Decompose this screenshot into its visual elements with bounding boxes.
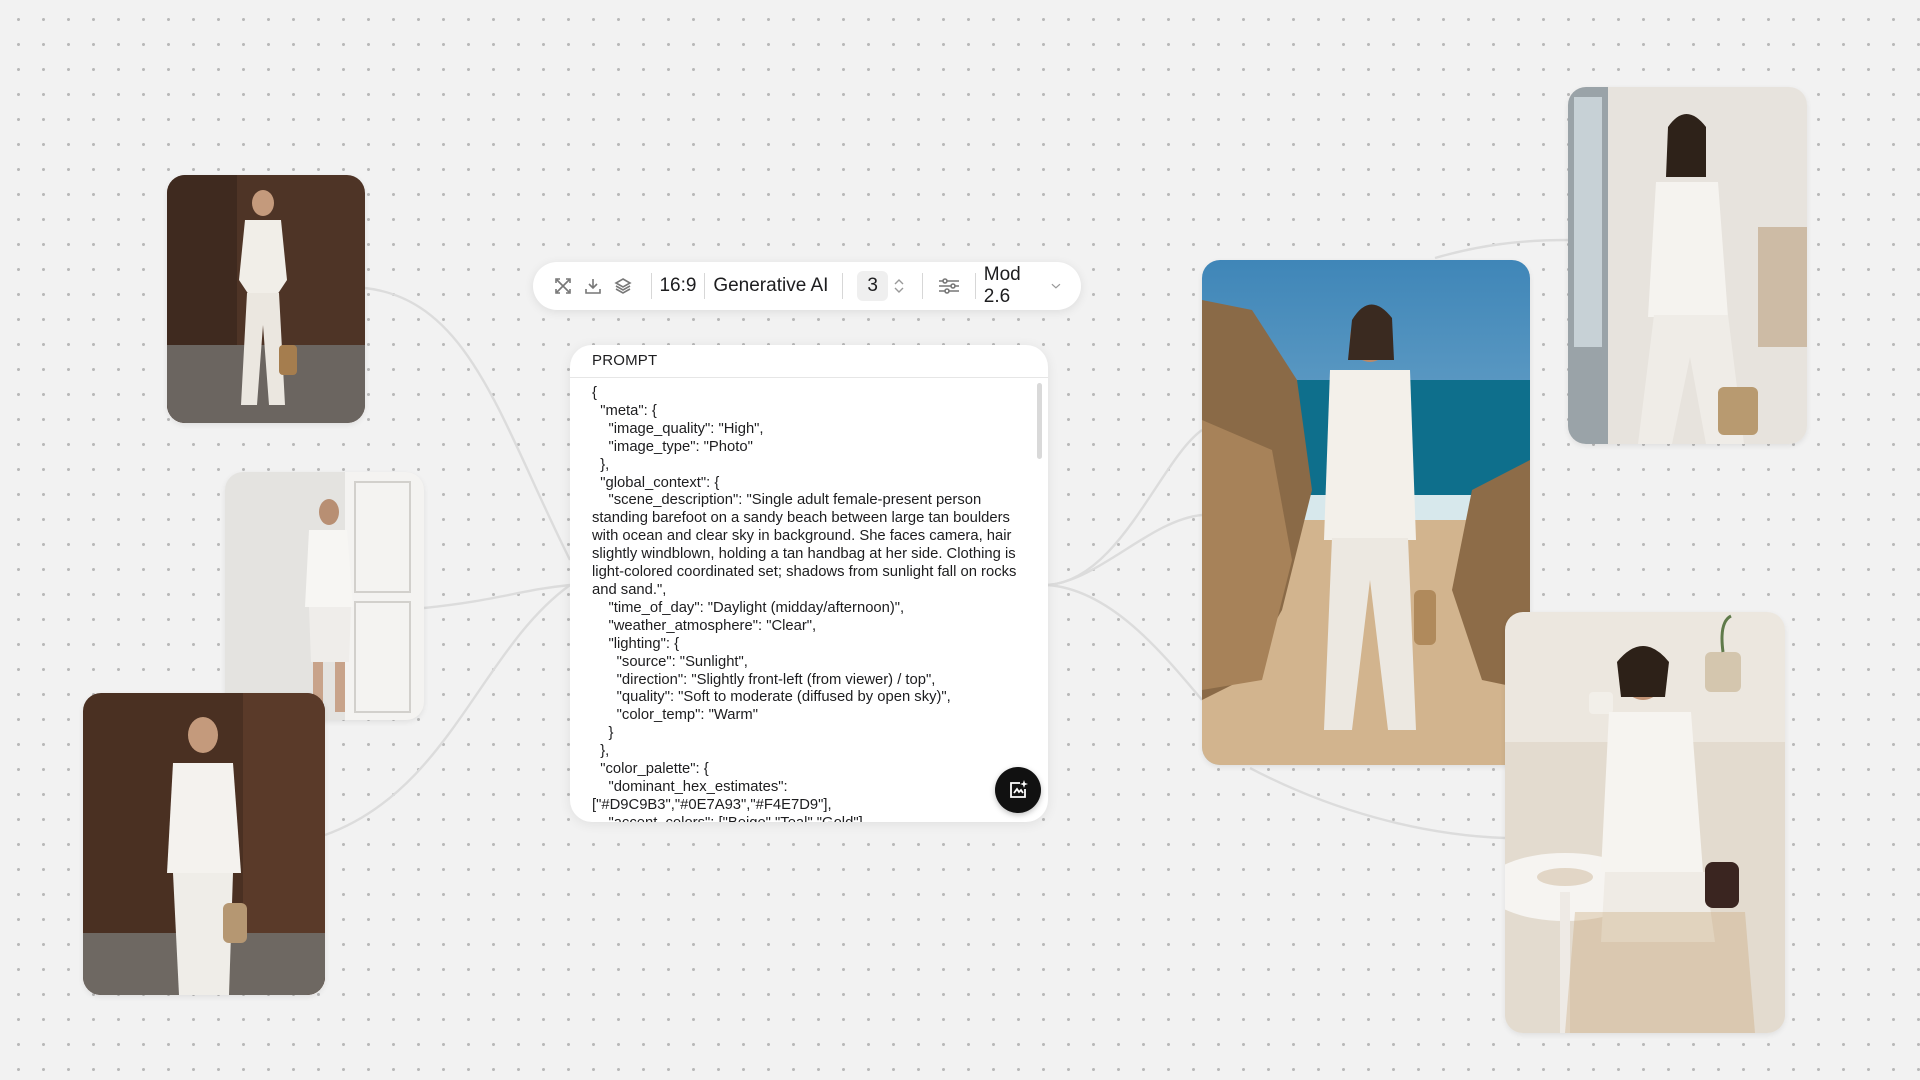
model-label: Mod 2.6 — [983, 264, 1021, 307]
scrollbar[interactable] — [1037, 383, 1042, 459]
photo-image — [1202, 260, 1530, 765]
chevron-down-icon[interactable] — [894, 286, 904, 294]
photo-image — [83, 693, 325, 995]
generation-toolbar: 16:9 Generative AI 3 Mod 2.6 — [533, 262, 1081, 310]
mode-selector[interactable]: Generative AI — [713, 275, 828, 297]
connector-line — [1047, 513, 1203, 587]
output-photo-2[interactable] — [1568, 87, 1807, 444]
model-selector[interactable]: Mod 2.6 — [984, 264, 1061, 308]
photo-image — [1505, 612, 1785, 1033]
photo-image — [225, 472, 424, 720]
prompt-header: PROMPT — [570, 345, 1048, 378]
connector-line — [1249, 766, 1506, 840]
expand-icon[interactable] — [553, 275, 573, 297]
input-photo-1[interactable] — [167, 175, 365, 423]
output-photo-3[interactable] — [1505, 612, 1785, 1033]
divider — [842, 273, 844, 299]
prompt-text[interactable]: { "meta": { "image_quality": "High", "im… — [592, 385, 1022, 822]
generate-button[interactable] — [995, 767, 1041, 813]
photo-image — [1568, 87, 1807, 444]
sliders-icon[interactable] — [937, 275, 961, 297]
count-stepper-value[interactable]: 3 — [857, 271, 888, 301]
chevron-up-icon[interactable] — [894, 278, 904, 286]
divider — [974, 273, 976, 299]
connector-line — [1434, 238, 1569, 260]
count-stepper-arrows[interactable] — [894, 278, 904, 294]
output-photo-main[interactable] — [1202, 260, 1530, 765]
input-photo-3[interactable] — [83, 693, 325, 995]
sparkle-image-icon — [1010, 780, 1028, 798]
divider — [650, 273, 652, 299]
download-icon[interactable] — [583, 275, 603, 297]
connector-line — [1047, 429, 1203, 587]
connector-line — [1047, 583, 1203, 701]
chevron-down-icon — [1051, 283, 1061, 289]
prompt-panel: PROMPT { "meta": { "image_quality": "Hig… — [570, 345, 1048, 822]
photo-image — [167, 175, 365, 423]
layers-icon[interactable] — [613, 275, 633, 297]
divider — [921, 273, 923, 299]
divider — [704, 273, 706, 299]
input-photo-2[interactable] — [225, 472, 424, 720]
aspect-ratio-selector[interactable]: 16:9 — [659, 275, 696, 297]
